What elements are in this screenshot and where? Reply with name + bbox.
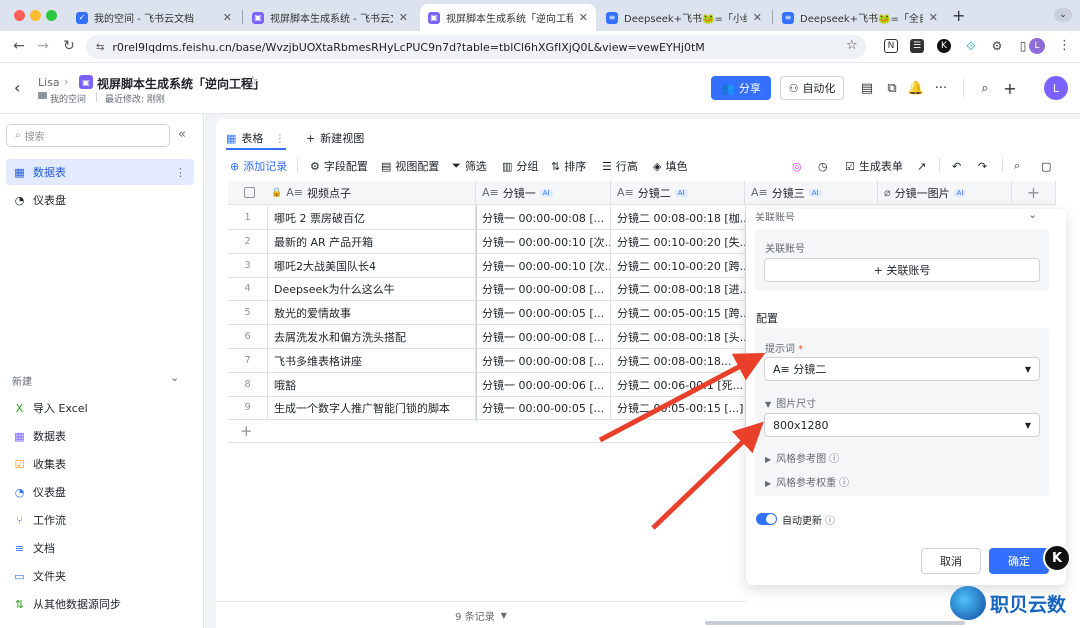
watermark-text: 职贝云数 (990, 594, 1067, 616)
arrow-to-image-size (651, 421, 764, 530)
annotation-arrows (598, 353, 766, 530)
watermark-logo-icon (950, 586, 986, 620)
arrow-to-prompt (598, 353, 766, 443)
